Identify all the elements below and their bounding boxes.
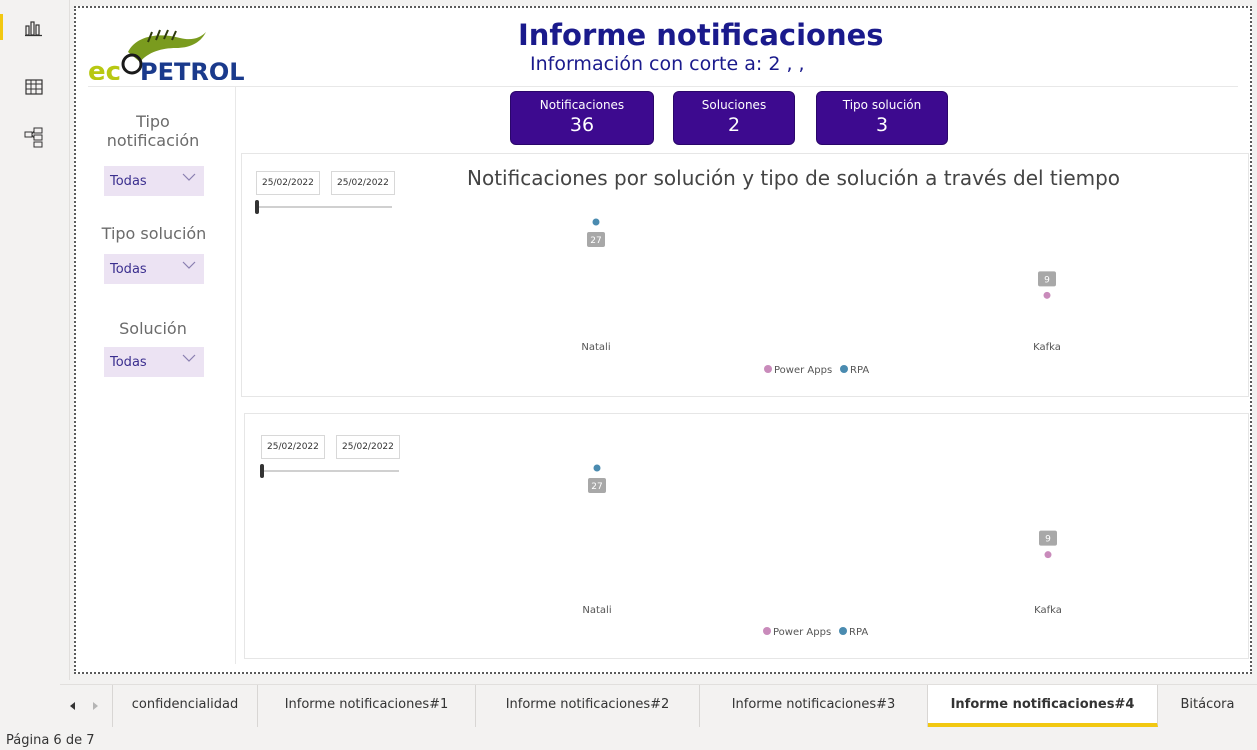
legend-label: RPA <box>850 365 869 376</box>
slicer-value: Todas <box>110 355 147 370</box>
bar-chart-icon[interactable] <box>23 16 45 38</box>
tab-informe-notificaciones-3[interactable]: Informe notificaciones#3 <box>700 685 928 727</box>
slicer-tipo-solucion[interactable]: Todas <box>104 254 204 284</box>
header-divider <box>88 86 1238 87</box>
tab-confidencialidad[interactable]: confidencialidad <box>112 685 258 727</box>
tab-informe-notificaciones-2[interactable]: Informe notificaciones#2 <box>476 685 700 727</box>
slicer-label-tipo-notificacion: Tipo notificación <box>106 112 200 150</box>
slicer-label-tipo-solucion: Tipo solución <box>101 224 207 243</box>
slicer-value: Todas <box>110 262 147 277</box>
chart-panel-1: 25/02/2022 25/02/2022 Notificaciones por… <box>241 153 1249 397</box>
tab-scroll-right-icon[interactable] <box>90 700 100 712</box>
legend-label: Power Apps <box>773 627 831 638</box>
tab-bitacora[interactable]: Bitácora <box>1158 685 1257 727</box>
card-soluciones[interactable]: Soluciones 2 <box>673 91 795 145</box>
page-title: Informe notificaciones <box>518 18 884 52</box>
card-label: Soluciones <box>701 98 767 112</box>
data-label: 27 <box>591 482 602 492</box>
card-tipo-solucion[interactable]: Tipo solución 3 <box>816 91 948 145</box>
chevron-down-icon <box>182 354 196 362</box>
chart-plot-2: Natali Kafka 9 27 Power Apps RPA <box>582 464 1062 638</box>
slicer-tipo-notificacion[interactable]: Todas <box>104 166 204 196</box>
logo-text-eco: ec <box>88 57 121 80</box>
slicer-label-solucion: Solución <box>119 319 187 338</box>
page-subtitle: Información con corte a: 2 , , <box>530 53 805 75</box>
chevron-down-icon <box>182 261 196 269</box>
tab-scroll-left-icon[interactable] <box>68 700 78 712</box>
legend-label: Power Apps <box>774 365 832 376</box>
tab-informe-notificaciones-1[interactable]: Informe notificaciones#1 <box>258 685 476 727</box>
page-indicator: Página 6 de 7 <box>6 733 95 748</box>
ecopetrol-logo: ec PETROL <box>88 18 248 87</box>
table-icon[interactable] <box>23 76 45 98</box>
card-value: 36 <box>569 114 595 136</box>
data-point <box>593 464 601 472</box>
legend-label: RPA <box>849 627 868 638</box>
data-label: 27 <box>590 236 601 246</box>
logo-text-petrol: PETROL <box>140 58 245 80</box>
slicer-solucion[interactable]: Todas <box>104 347 204 377</box>
card-value: 2 <box>727 114 741 136</box>
model-icon[interactable] <box>23 126 45 148</box>
chart-plot-1: Natali Kafka 9 27 Power Apps RPA <box>581 218 1061 376</box>
x-tick-label: Kafka <box>1033 342 1061 353</box>
cutoff-date: 2 , , <box>768 53 805 75</box>
card-label: Notificaciones <box>539 98 625 112</box>
slicer-value: Todas <box>110 174 147 189</box>
legend-marker <box>839 627 847 635</box>
data-label: 9 <box>1044 275 1050 285</box>
chart-panel-2: 25/02/2022 25/02/2022 Natali Kafka 9 27 Powe… <box>244 413 1249 659</box>
x-tick-label: Kafka <box>1034 605 1062 616</box>
chevron-down-icon <box>182 173 196 181</box>
x-tick-label: Natali <box>581 342 610 353</box>
status-bar: Página 6 de 7 <box>0 728 1257 750</box>
page-tabs: confidencialidad Informe notificaciones#… <box>60 684 1257 727</box>
card-label: Tipo solución <box>842 98 922 112</box>
x-tick-label: Natali <box>582 605 611 616</box>
legend-marker <box>763 627 771 635</box>
data-label: 9 <box>1045 535 1051 545</box>
data-point <box>1044 551 1052 559</box>
card-notificaciones[interactable]: Notificaciones 36 <box>510 91 654 145</box>
tab-informe-notificaciones-4[interactable]: Informe notificaciones#4 <box>928 685 1158 727</box>
active-view-indicator <box>0 14 3 40</box>
view-switcher <box>0 0 70 680</box>
report-canvas: ec PETROL Informe notificaciones Informa… <box>74 6 1252 674</box>
legend-marker <box>840 365 848 373</box>
sidebar-divider <box>235 86 236 664</box>
card-value: 3 <box>875 114 889 136</box>
legend-marker <box>764 365 772 373</box>
data-point <box>1043 291 1051 299</box>
data-point <box>592 218 600 226</box>
